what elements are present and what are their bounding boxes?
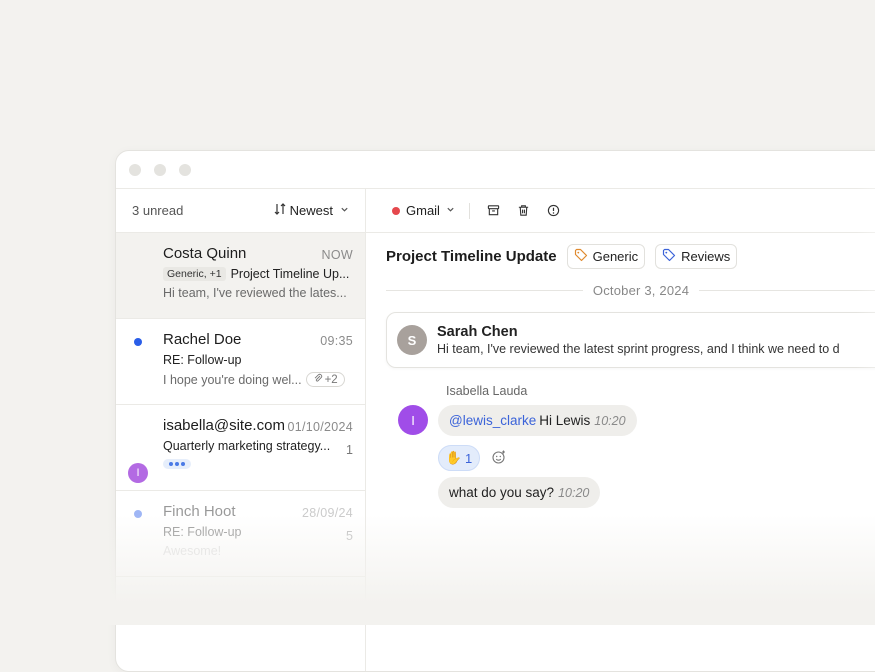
unread-count: 3 unread [132, 203, 183, 218]
date-divider-label: October 3, 2024 [583, 283, 699, 298]
email-subject: Quarterly marketing strategy... [163, 439, 330, 453]
avatar: S [397, 325, 427, 355]
account-dropdown[interactable]: Gmail [392, 203, 455, 218]
bubble-text: what do you say? [449, 485, 554, 500]
message-text: Hi team, I've reviewed the latest sprint… [437, 342, 840, 356]
sort-dropdown[interactable]: Newest [274, 203, 349, 218]
email-item[interactable]: Finch Hoot 28/09/24 RE: Follow-up 5 Awes… [116, 491, 365, 577]
sort-icon [274, 203, 286, 218]
reaction-pill[interactable]: ✋ 1 [438, 445, 480, 471]
avatar: I [128, 463, 148, 483]
account-status-dot [392, 207, 400, 215]
chevron-down-icon [340, 205, 349, 217]
email-item[interactable]: Costa Quinn NOW Generic, +1 Project Time… [116, 233, 365, 319]
email-item[interactable]: isabella@site.com 01/10/2024 Quarterly m… [116, 405, 365, 491]
mention-link[interactable]: @lewis_clarke [449, 413, 536, 428]
email-time: 28/09/24 [302, 506, 353, 520]
email-item[interactable]: Rachel Doe 09:35 RE: Follow-up I hope yo… [116, 319, 365, 405]
avatar: I [398, 405, 428, 435]
reaction-count: 1 [465, 451, 472, 466]
chat-author: Isabella Lauda [446, 384, 527, 398]
mail-window: 3 unread Newest Costa Quinn NOW Generic,… [115, 150, 875, 672]
bubble-time: 10:20 [558, 486, 589, 500]
tag-icon [574, 248, 588, 265]
thread-view: Gmail Project Timeline Update [366, 189, 875, 671]
title-bar [116, 151, 875, 189]
attachment-pill[interactable]: +2 [306, 372, 345, 387]
unread-dot [134, 510, 142, 518]
email-time: 01/10/2024 [287, 420, 353, 434]
label-text: Generic [593, 249, 639, 264]
email-preview: I hope you're doing wel... [163, 373, 302, 387]
info-icon[interactable] [544, 201, 564, 221]
thread-header: Project Timeline Update Generic Reviews [366, 233, 875, 269]
account-label: Gmail [406, 203, 440, 218]
email-message-card[interactable]: S Sarah Chen Hi team, I've reviewed the … [386, 312, 875, 368]
unread-dot [134, 338, 142, 346]
inbox-header: 3 unread Newest [116, 189, 365, 233]
email-time: 09:35 [320, 334, 353, 348]
label-chip-generic[interactable]: Generic [567, 244, 646, 269]
date-divider: October 3, 2024 [386, 282, 875, 298]
chat-bubble[interactable]: @lewis_clarke Hi Lewis 10:20 [438, 405, 637, 436]
window-minimize-dot[interactable] [154, 164, 166, 176]
chevron-down-icon [446, 205, 455, 217]
attachment-count: +2 [325, 374, 338, 386]
thread-title: Project Timeline Update [386, 248, 557, 265]
email-subject: RE: Follow-up [163, 353, 242, 367]
window-maximize-dot[interactable] [179, 164, 191, 176]
email-preview: Hi team, I've reviewed the lates... [163, 286, 353, 300]
email-subject: Project Timeline Up... [231, 267, 350, 281]
email-subject: RE: Follow-up [163, 525, 242, 539]
toolbar-divider [469, 203, 470, 219]
tag-icon [662, 248, 676, 265]
bubble-text: Hi Lewis [539, 413, 590, 428]
email-preview: Awesome! [163, 544, 353, 558]
email-tag: Generic, +1 [163, 267, 226, 281]
add-reaction-icon[interactable] [491, 449, 507, 470]
archive-icon[interactable] [484, 201, 504, 221]
window-close-dot[interactable] [129, 164, 141, 176]
message-sender: Sarah Chen [437, 324, 840, 340]
label-chip-reviews[interactable]: Reviews [655, 244, 737, 269]
thread-toolbar: Gmail [366, 189, 875, 233]
bubble-time: 10:20 [594, 414, 625, 428]
thread-count: 5 [346, 529, 353, 543]
thread-count: 1 [346, 443, 353, 457]
inbox-sidebar: 3 unread Newest Costa Quinn NOW Generic,… [116, 189, 366, 671]
sort-label: Newest [290, 203, 333, 218]
trash-icon[interactable] [514, 201, 534, 221]
paperclip-icon [313, 373, 323, 386]
typing-indicator [163, 459, 191, 469]
label-text: Reviews [681, 249, 730, 264]
raised-hand-icon: ✋ [446, 450, 462, 466]
chat-bubble[interactable]: what do you say? 10:20 [438, 477, 600, 508]
email-time: NOW [322, 248, 353, 262]
